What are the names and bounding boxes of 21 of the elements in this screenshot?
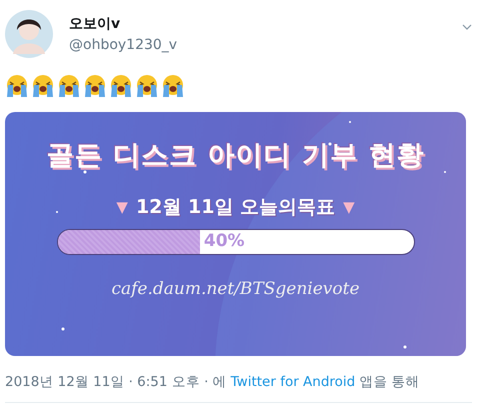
tweet-timestamp: 2018년 12월 11일 · 6:51 오후 · 에: [5, 373, 227, 392]
crying-face-icon: [5, 74, 29, 98]
triangle-marker: ▼: [116, 196, 128, 218]
crying-face-icon: [161, 74, 185, 98]
graphic-url: cafe.daum.net/BTSgenievote: [111, 278, 360, 301]
author-handle[interactable]: @ohboy1230_v: [69, 35, 462, 56]
graphic-title: 골든 디스크 아이디 기부 현황: [46, 139, 424, 173]
avatar[interactable]: [5, 10, 53, 58]
source-link[interactable]: Twitter for Android: [230, 372, 356, 392]
crying-face-icon: [83, 74, 107, 98]
crying-face-icon: [109, 74, 133, 98]
chevron-down-icon[interactable]: [462, 24, 472, 30]
goal-heading: 12월 11일 오늘의목표: [136, 194, 336, 220]
tweet-image[interactable]: 골든 디스크 아이디 기부 현황 ▼ 12월 11일 오늘의목표 ▼ 40% cafe.daum.net/BTSgenievote: [5, 112, 466, 356]
crying-face-icon: [31, 74, 55, 98]
source-suffix: 앱을 통해: [359, 373, 420, 392]
author-name[interactable]: 오보이v: [69, 14, 462, 35]
progress-reading: 40%: [204, 230, 245, 254]
crying-face-icon: [57, 74, 81, 98]
crying-face-icon: [135, 74, 159, 98]
triangle-marker: ▼: [343, 196, 355, 218]
